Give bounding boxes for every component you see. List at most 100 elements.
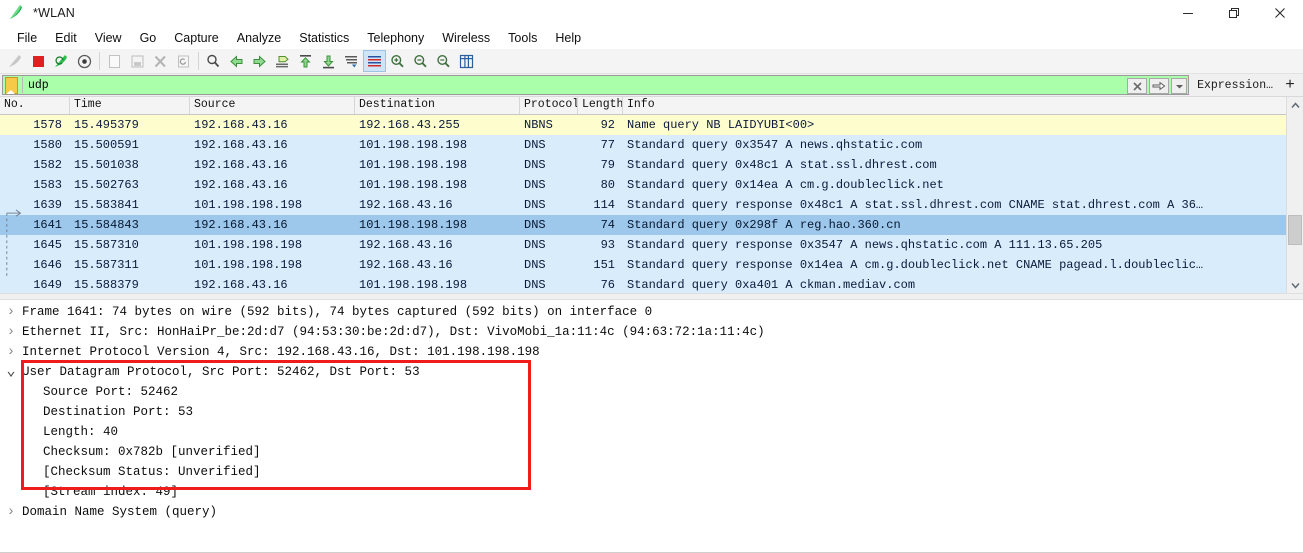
column-header-length[interactable]: Length	[578, 97, 623, 114]
packet-detail-pane[interactable]: › Frame 1641: 74 bytes on wire (592 bits)…	[0, 300, 1303, 522]
packet-time: 15.500591	[74, 138, 139, 152]
window-controls	[1165, 0, 1303, 26]
resize-columns-icon[interactable]	[455, 50, 478, 72]
clear-filter-icon[interactable]	[1127, 78, 1148, 94]
chevron-right-icon[interactable]: ›	[0, 304, 22, 320]
detail-row[interactable]: › Ethernet II, Src: HonHaiPr_be:2d:d7 (94…	[0, 322, 1303, 342]
capture-options-icon[interactable]	[73, 50, 96, 72]
detail-row-label: Domain Name System (query)	[22, 505, 218, 519]
packet-protocol: DNS	[524, 138, 546, 152]
detail-row[interactable]: [Stream index: 49]	[0, 482, 1303, 502]
go-to-last-packet-icon[interactable]	[317, 50, 340, 72]
packet-list-pane[interactable]: No. Time Source Destination Protocol Len…	[0, 97, 1303, 293]
packet-length: 76	[600, 278, 615, 292]
packet-destination: 101.198.198.198	[359, 218, 468, 232]
packet-row[interactable]: 1649 15.588379 192.168.43.16 101.198.198.19…	[0, 275, 1287, 293]
packet-destination: 101.198.198.198	[359, 158, 468, 172]
reload-file-icon[interactable]	[172, 50, 195, 72]
packet-row[interactable]: 1582 15.501038 192.168.43.16 101.198.198.19…	[0, 155, 1287, 175]
column-header-protocol[interactable]: Protocol	[520, 97, 578, 114]
menu-capture[interactable]: Capture	[165, 28, 227, 48]
packet-row[interactable]: 1645 15.587310 101.198.198.198 192.168.43.1…	[0, 235, 1287, 255]
normal-size-icon[interactable]	[432, 50, 455, 72]
go-to-first-packet-icon[interactable]	[294, 50, 317, 72]
chevron-right-icon[interactable]: ›	[0, 504, 22, 520]
detail-row[interactable]: Length: 40	[0, 422, 1303, 442]
menu-view[interactable]: View	[86, 28, 131, 48]
filter-value[interactable]: udp	[28, 79, 49, 92]
zoom-in-icon[interactable]	[386, 50, 409, 72]
chevron-right-icon[interactable]: ›	[0, 324, 22, 340]
menu-help[interactable]: Help	[546, 28, 590, 48]
packet-row[interactable]: 1580 15.500591 192.168.43.16 101.198.198.19…	[0, 135, 1287, 155]
detail-row-label: [Checksum Status: Unverified]	[43, 465, 261, 479]
packet-list-rows[interactable]: 1578 15.495379 192.168.43.16 192.168.43.255…	[0, 115, 1287, 293]
filter-controls	[1125, 77, 1188, 95]
apply-filter-icon[interactable]	[1149, 78, 1170, 94]
pane-splitter[interactable]	[0, 293, 1303, 300]
menu-telephony[interactable]: Telephony	[358, 28, 433, 48]
go-forward-icon[interactable]	[248, 50, 271, 72]
filter-history-dropdown-icon[interactable]	[1171, 78, 1188, 94]
column-header-time[interactable]: Time	[70, 97, 190, 114]
menu-tools[interactable]: Tools	[499, 28, 546, 48]
start-capture-icon[interactable]	[4, 50, 27, 72]
packet-row[interactable]: 1639 15.583841 101.198.198.198 192.168.43.1…	[0, 195, 1287, 215]
detail-row[interactable]: Source Port: 52462	[0, 382, 1303, 402]
zoom-out-icon[interactable]	[409, 50, 432, 72]
maximize-button[interactable]	[1211, 0, 1257, 26]
filter-expression-button[interactable]: Expression…	[1189, 79, 1279, 92]
wireshark-window: *WLAN File Edit View Go Capture Analyze …	[0, 0, 1303, 553]
column-header-no[interactable]: No.	[0, 97, 70, 114]
add-filter-button[interactable]: +	[1279, 75, 1301, 95]
column-header-source[interactable]: Source	[190, 97, 355, 114]
menu-file[interactable]: File	[8, 28, 46, 48]
column-header-info[interactable]: Info	[623, 97, 1287, 114]
packet-list-scrollbar[interactable]	[1286, 97, 1303, 293]
restart-capture-icon[interactable]	[50, 50, 73, 72]
detail-row[interactable]: › Frame 1641: 74 bytes on wire (592 bits)…	[0, 302, 1303, 322]
close-button[interactable]	[1257, 0, 1303, 26]
packet-row[interactable]: 1583 15.502763 192.168.43.16 101.198.198.19…	[0, 175, 1287, 195]
packet-info: Standard query response 0x14ea A cm.g.do…	[627, 258, 1204, 272]
find-packet-icon[interactable]	[202, 50, 225, 72]
packet-row[interactable]: 1578 15.495379 192.168.43.16 192.168.43.255…	[0, 115, 1287, 135]
colorize-packets-icon[interactable]	[363, 50, 386, 72]
go-to-packet-icon[interactable]	[271, 50, 294, 72]
scroll-up-icon[interactable]	[1287, 97, 1303, 113]
save-file-icon[interactable]	[126, 50, 149, 72]
window-title: *WLAN	[33, 6, 75, 20]
filter-bookmark-icon[interactable]	[5, 76, 18, 94]
display-filter-input[interactable]: udp	[2, 75, 1190, 95]
close-file-icon[interactable]	[149, 50, 172, 72]
menu-go[interactable]: Go	[131, 28, 166, 48]
detail-row[interactable]: › Domain Name System (query)	[0, 502, 1303, 522]
chevron-down-icon[interactable]: ⌄	[0, 364, 22, 379]
scroll-down-icon[interactable]	[1287, 277, 1303, 293]
toolbar-separator	[198, 52, 199, 70]
packet-time: 15.588379	[74, 278, 139, 292]
detail-row[interactable]: Checksum: 0x782b [unverified]	[0, 442, 1303, 462]
menu-statistics[interactable]: Statistics	[290, 28, 358, 48]
packet-row[interactable]: 1641 15.584843 192.168.43.16 101.198.198.19…	[0, 215, 1287, 235]
packet-no: 1582	[33, 158, 62, 172]
packet-protocol: DNS	[524, 198, 546, 212]
minimize-button[interactable]	[1165, 0, 1211, 26]
scrollbar-thumb[interactable]	[1288, 215, 1302, 245]
stop-capture-icon[interactable]	[27, 50, 50, 72]
detail-row[interactable]: › Internet Protocol Version 4, Src: 192.1…	[0, 342, 1303, 362]
detail-row[interactable]: Destination Port: 53	[0, 402, 1303, 422]
detail-row[interactable]: ⌄ User Datagram Protocol, Src Port: 52462…	[0, 362, 1303, 382]
menu-analyze[interactable]: Analyze	[228, 28, 290, 48]
detail-row[interactable]: [Checksum Status: Unverified]	[0, 462, 1303, 482]
auto-scroll-icon[interactable]	[340, 50, 363, 72]
packet-row[interactable]: 1646 15.587311 101.198.198.198 192.168.43.1…	[0, 255, 1287, 275]
packet-destination: 101.198.198.198	[359, 178, 468, 192]
column-header-destination[interactable]: Destination	[355, 97, 520, 114]
toolbar-separator	[99, 52, 100, 70]
menu-edit[interactable]: Edit	[46, 28, 86, 48]
open-file-icon[interactable]	[103, 50, 126, 72]
menu-wireless[interactable]: Wireless	[433, 28, 499, 48]
go-back-icon[interactable]	[225, 50, 248, 72]
chevron-right-icon[interactable]: ›	[0, 344, 22, 360]
